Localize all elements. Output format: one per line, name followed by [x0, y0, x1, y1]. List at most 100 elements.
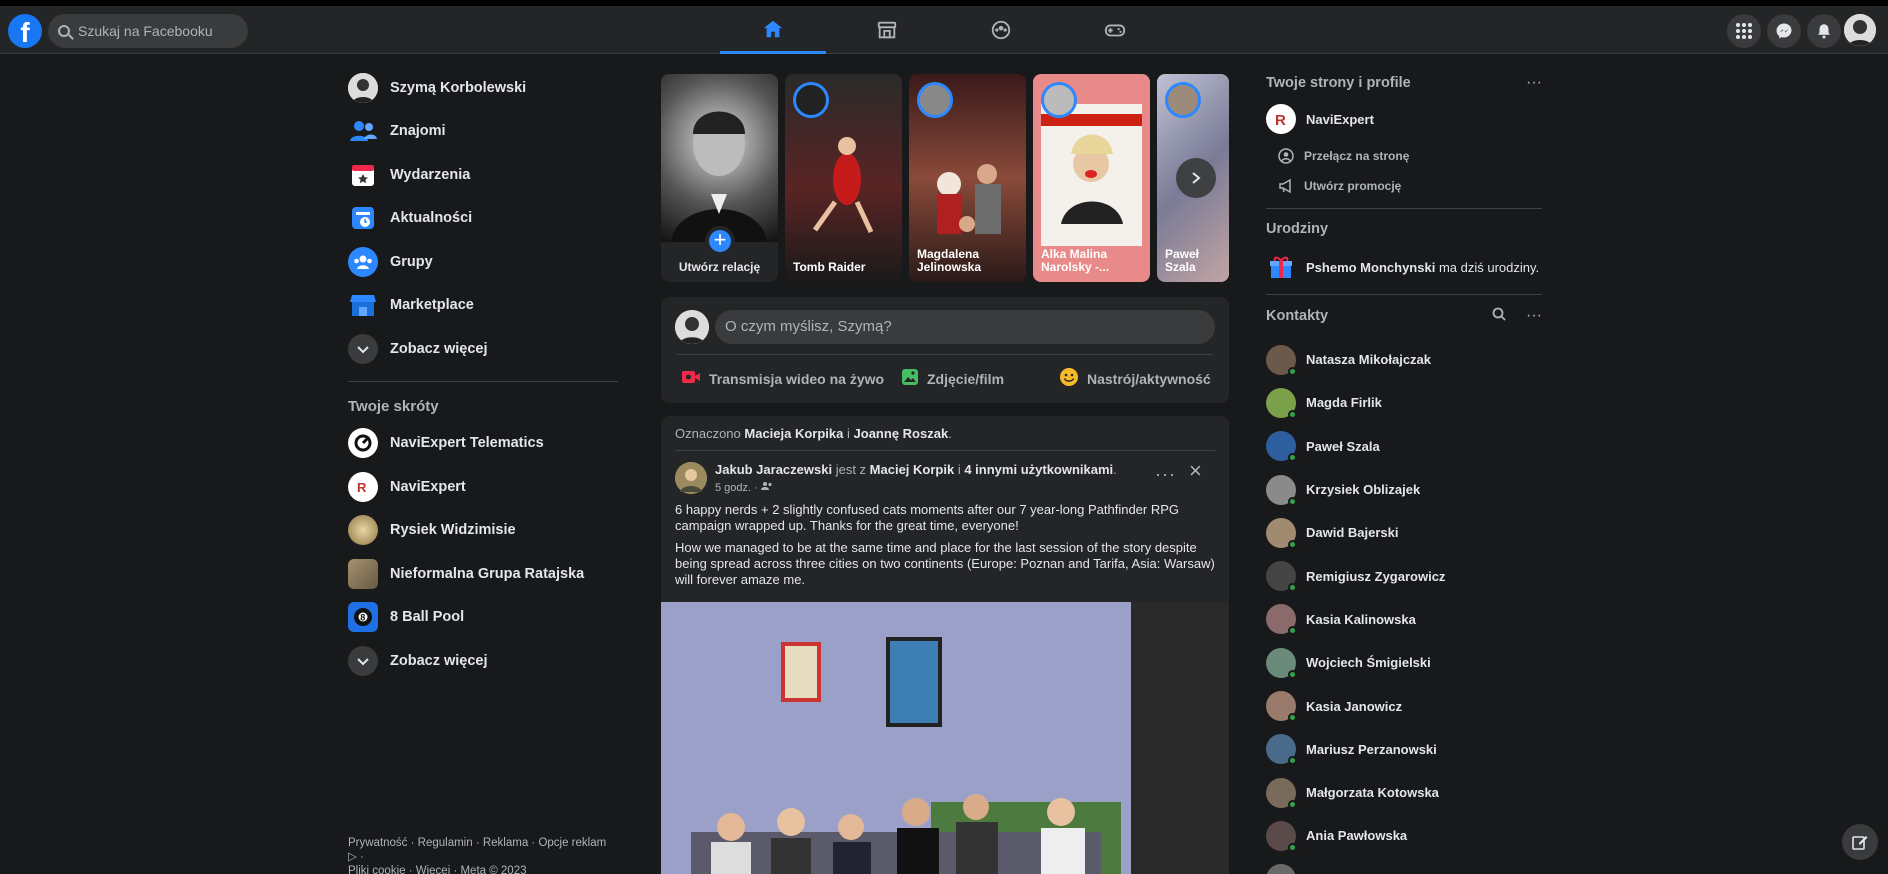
shortcut-label: Nieformalna Grupa Ratajska [390, 565, 585, 582]
tab-gaming[interactable] [1062, 6, 1168, 54]
sidebar-item-label: Znajomi [390, 123, 446, 140]
composer-input[interactable]: O czym myślisz, Szymą? [715, 310, 1215, 344]
birthday-name[interactable]: Pshemo Monchynski [1306, 260, 1435, 275]
naviexpert-icon: R [1266, 104, 1296, 134]
switch-to-page-button[interactable]: Przełącz na stronę [1266, 148, 1409, 164]
search-icon[interactable] [1492, 307, 1506, 325]
contact-item[interactable]: Kacper Mielczarek [1266, 858, 1445, 874]
tab-marketplace[interactable] [834, 6, 940, 54]
tagged-others[interactable]: 4 innymi użytkownikami [964, 462, 1113, 477]
sidebar-item-events[interactable]: Wydarzenia [340, 153, 630, 197]
story-avatar [917, 82, 953, 118]
online-indicator [1288, 583, 1297, 593]
avatar [1266, 474, 1297, 506]
footer-links[interactable]: Prywatność · Regulamin · Reklama · Opcje… [348, 836, 618, 874]
contact-item[interactable]: Dawid Bajerski [1266, 511, 1445, 554]
new-message-button[interactable] [1842, 824, 1878, 860]
pages-title: Twoje strony i profile [1266, 75, 1411, 91]
divider [1266, 208, 1542, 209]
avatar[interactable] [675, 310, 709, 344]
post-author[interactable]: Jakub Jaraczewski [715, 462, 832, 477]
story-create[interactable]: + Utwórz relację [661, 74, 778, 282]
sidebar-item-friends[interactable]: Znajomi [340, 110, 630, 154]
story-name: Alka Malina Narolsky -... [1041, 247, 1110, 274]
sidebar-item-groups[interactable]: Grupy [340, 240, 630, 284]
shortcuts-see-more[interactable]: Zobacz więcej [340, 639, 630, 683]
create-promotion-button[interactable]: Utwórz promocję [1266, 178, 1401, 194]
contact-item[interactable]: Natasza Mikołajczak [1266, 338, 1445, 381]
plus-icon[interactable]: + [705, 226, 735, 256]
contact-item[interactable]: Małgorzata Kotowska [1266, 771, 1445, 814]
more-options-icon[interactable]: ··· [1155, 464, 1176, 485]
more-options-icon[interactable]: ··· [1526, 74, 1542, 92]
sidebar-item-news[interactable]: Aktualności [340, 197, 630, 241]
live-video-label: Transmisja wideo na żywo [709, 371, 885, 387]
shortcut-item[interactable]: Nieformalna Grupa Ratajska [340, 552, 630, 596]
notifications-button[interactable] [1807, 14, 1841, 48]
post-time[interactable]: 5 godz. · [715, 482, 758, 494]
photo-video-button[interactable]: Zdjęcie/film [901, 362, 1004, 396]
tab-groups[interactable] [948, 6, 1054, 54]
contact-item[interactable]: Kasia Kalinowska [1266, 598, 1445, 641]
sidebar-see-more[interactable]: Zobacz więcej [340, 327, 630, 371]
messenger-button[interactable] [1767, 14, 1801, 48]
contact-item[interactable]: Wojciech Śmigielski [1266, 641, 1445, 684]
story-card[interactable]: Alka Malina Narolsky -... [1033, 74, 1150, 282]
chevron-down-icon [348, 333, 378, 364]
groups-icon [348, 246, 378, 277]
avatar[interactable] [675, 462, 707, 494]
gaming-icon [1104, 24, 1126, 37]
close-icon[interactable]: × [1189, 458, 1202, 484]
promote-label: Utwórz promocję [1304, 179, 1402, 193]
avatar [1266, 387, 1297, 419]
avatar [1266, 647, 1297, 679]
sidebar-item-marketplace[interactable]: Marketplace [340, 284, 630, 328]
contact-name: Małgorzata Kotowska [1306, 785, 1439, 801]
contact-item[interactable]: Ania Pawłowska [1266, 814, 1445, 857]
contact-item[interactable]: Mariusz Perzanowski [1266, 728, 1445, 771]
friends-audience-icon [760, 482, 772, 490]
story-card[interactable]: Magdalena Jelinowska [909, 74, 1026, 282]
shortcut-item[interactable]: Rysiek Widzimisie [340, 509, 630, 553]
footer-line[interactable]: Prywatność · Regulamin · Reklama · Opcje… [348, 836, 618, 864]
tagged-person[interactable]: Maciej Korpik [870, 462, 955, 477]
story-card[interactable]: Tomb Raider [785, 74, 902, 282]
shortcut-item[interactable]: R NaviExpert [340, 465, 630, 509]
contact-item[interactable]: Magda Firlik [1266, 381, 1445, 424]
post-paragraph: How we managed to be at the same time an… [675, 540, 1215, 587]
contact-name: Mariusz Perzanowski [1306, 741, 1437, 757]
online-indicator [1288, 453, 1297, 463]
facebook-logo[interactable]: f [8, 14, 42, 48]
shortcut-item[interactable]: NaviExpert Telematics [340, 422, 630, 466]
sidebar-profile[interactable]: Szymą Korbolewski [340, 66, 630, 110]
feeling-button[interactable]: Nastrój/aktywność [1059, 362, 1211, 396]
bell-icon [1818, 24, 1830, 39]
shortcut-label: NaviExpert Telematics [390, 435, 544, 452]
stories-strip: + Utwórz relację Tomb Raider Magdalena J… [661, 74, 1229, 282]
page-item[interactable]: R NaviExpert [1266, 104, 1374, 134]
post-timestamp[interactable]: 5 godz. · [715, 481, 773, 494]
contact-item[interactable]: Remigiusz Zygarowicz [1266, 554, 1445, 597]
tagged-person[interactable]: Macieja Korpika [744, 426, 843, 441]
account-avatar[interactable] [1844, 14, 1876, 46]
grid-menu-icon [1736, 23, 1752, 39]
tagged-person[interactable]: Joannę Roszak [854, 426, 949, 441]
post-tagged-header: Oznaczono Macieja Korpika i Joannę Rosza… [675, 426, 952, 441]
footer-line[interactable]: Pliki cookie · Więcej · Meta © 2023 [348, 864, 618, 874]
story-avatar [1165, 82, 1201, 118]
contact-item[interactable]: Paweł Szala [1266, 425, 1445, 468]
tab-home[interactable] [720, 6, 826, 54]
contacts-title: Kontakty [1266, 308, 1329, 324]
birthday-item[interactable]: Pshemo Monchynski ma dziś urodziny. [1266, 252, 1539, 282]
search-input[interactable]: Szukaj na Facebooku [48, 14, 248, 48]
divider [1266, 294, 1542, 295]
contact-item[interactable]: Krzysiek Oblizajek [1266, 468, 1445, 511]
menu-button[interactable] [1727, 14, 1761, 48]
more-options-icon[interactable]: ··· [1526, 307, 1542, 325]
shortcut-item[interactable]: 8 8 Ball Pool [340, 596, 630, 640]
stories-next-button[interactable] [1176, 158, 1216, 198]
contact-item[interactable]: Kasia Janowicz [1266, 684, 1445, 727]
left-sidebar: Szymą Korbolewski Znajomi Wydarzenia Akt… [340, 54, 630, 683]
post-photo[interactable] [661, 602, 1229, 874]
live-video-button[interactable]: Transmisja wideo na żywo [681, 362, 884, 396]
